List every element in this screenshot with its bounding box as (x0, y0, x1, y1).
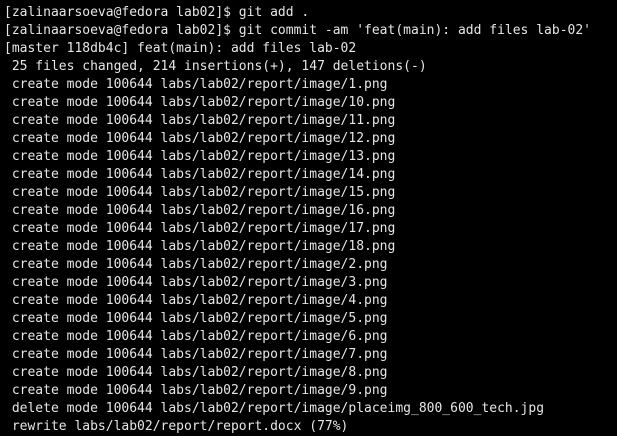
output-line: create mode 100644 labs/lab02/report/ima… (4, 383, 388, 398)
output-line: create mode 100644 labs/lab02/report/ima… (4, 167, 396, 182)
output-line: create mode 100644 labs/lab02/report/ima… (4, 203, 396, 218)
output-line: create mode 100644 labs/lab02/report/ima… (4, 365, 388, 380)
output-line: create mode 100644 labs/lab02/report/ima… (4, 185, 396, 200)
files-changed-line: 25 files changed, 214 insertions(+), 147… (4, 59, 427, 74)
output-line: rewrite labs/lab02/report/report.docx (7… (4, 419, 349, 434)
prompt-line-git-commit: [zalinaarsoeva@fedora lab02]$ git commit… (4, 23, 591, 38)
output-line: create mode 100644 labs/lab02/report/ima… (4, 311, 388, 326)
output-line: create mode 100644 labs/lab02/report/ima… (4, 95, 396, 110)
output-line: delete mode 100644 labs/lab02/report/ima… (4, 401, 545, 416)
output-line: create mode 100644 labs/lab02/report/ima… (4, 347, 388, 362)
output-line: create mode 100644 labs/lab02/report/ima… (4, 293, 388, 308)
commit-summary-line: [master 118db4c] feat(main): add files l… (4, 41, 357, 56)
output-line: create mode 100644 labs/lab02/report/ima… (4, 329, 388, 344)
output-line: create mode 100644 labs/lab02/report/ima… (4, 239, 396, 254)
output-line: create mode 100644 labs/lab02/report/ima… (4, 113, 396, 128)
output-line: create mode 100644 labs/lab02/report/ima… (4, 149, 396, 164)
terminal-window[interactable]: [zalinaarsoeva@fedora lab02]$ git add . … (0, 0, 617, 436)
output-line: create mode 100644 labs/lab02/report/ima… (4, 221, 396, 236)
output-line: create mode 100644 labs/lab02/report/ima… (4, 131, 396, 146)
prompt-line-git-add: [zalinaarsoeva@fedora lab02]$ git add . (4, 5, 310, 20)
output-line: create mode 100644 labs/lab02/report/ima… (4, 257, 388, 272)
output-line: create mode 100644 labs/lab02/report/ima… (4, 275, 388, 290)
output-line: create mode 100644 labs/lab02/report/ima… (4, 77, 388, 92)
